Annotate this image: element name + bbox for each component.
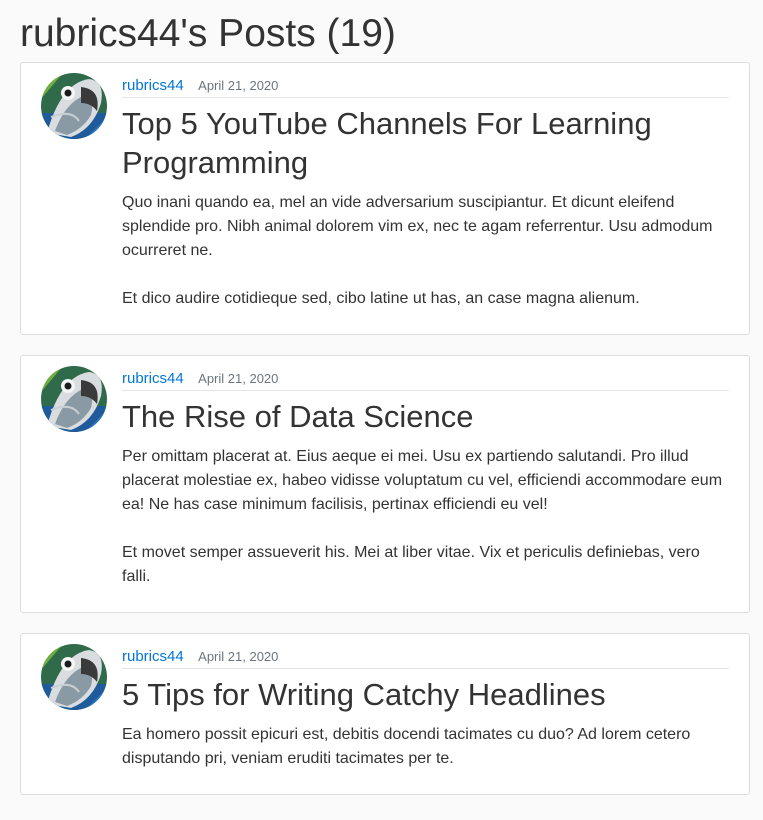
post-meta: rubrics44 April 21, 2020 (122, 644, 729, 669)
post-date: April 21, 2020 (198, 649, 279, 664)
post-paragraph: Quo inani quando ea, mel an vide adversa… (122, 194, 713, 259)
post-card: rubrics44 April 21, 2020 Top 5 YouTube C… (20, 62, 750, 335)
post-paragraph: Per omittam placerat at. Eius aeque ei m… (122, 448, 723, 513)
post-content: Ea homero possit epicuri est, debitis do… (122, 723, 729, 771)
parrot-avatar-icon[interactable] (41, 366, 107, 432)
author-link[interactable]: rubrics44 (122, 370, 184, 387)
post-title-link[interactable]: Top 5 YouTube Channels For Learning Prog… (122, 104, 729, 182)
author-link[interactable]: rubrics44 (122, 77, 184, 94)
post-content: Quo inani quando ea, mel an vide adversa… (122, 191, 729, 311)
post-date: April 21, 2020 (198, 78, 279, 93)
post-card: rubrics44 April 21, 2020 5 Tips for Writ… (20, 633, 750, 795)
post-paragraph: Et dico audire cotidieque sed, cibo lati… (122, 290, 640, 307)
post-content: Per omittam placerat at. Eius aeque ei m… (122, 445, 729, 589)
post-title-link[interactable]: 5 Tips for Writing Catchy Headlines (122, 675, 729, 714)
post-card: rubrics44 April 21, 2020 The Rise of Dat… (20, 355, 750, 613)
parrot-avatar-icon[interactable] (41, 644, 107, 710)
parrot-avatar-icon[interactable] (41, 73, 107, 139)
page-title: rubrics44's Posts (19) (20, 12, 396, 55)
post-meta: rubrics44 April 21, 2020 (122, 366, 729, 391)
post-paragraph: Et movet semper assueverit his. Mei at l… (122, 544, 700, 585)
author-link[interactable]: rubrics44 (122, 648, 184, 665)
post-title-link[interactable]: The Rise of Data Science (122, 397, 729, 436)
post-meta: rubrics44 April 21, 2020 (122, 73, 729, 98)
post-date: April 21, 2020 (198, 371, 279, 386)
post-paragraph: Ea homero possit epicuri est, debitis do… (122, 726, 691, 767)
page-container: rubrics44's Posts (19) rubrics44 April 2… (0, 0, 763, 795)
